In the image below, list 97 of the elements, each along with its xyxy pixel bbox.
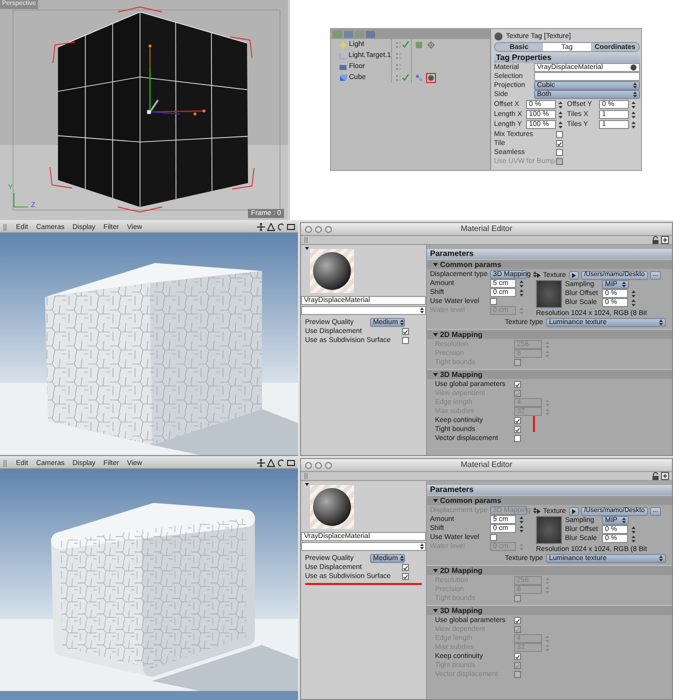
collapse-arrow-icon[interactable] — [433, 372, 438, 377]
parameters-header: Parameters — [427, 485, 672, 495]
spinner-arrows-icon[interactable] — [631, 100, 636, 108]
spinner-arrows-icon[interactable] — [558, 120, 563, 128]
expand-icon[interactable] — [661, 472, 669, 480]
frame-icon[interactable] — [287, 459, 295, 467]
target-tag-icon[interactable] — [426, 40, 436, 50]
material-preview[interactable] — [305, 247, 355, 295]
checkmark-icon[interactable] — [402, 74, 409, 81]
spinner-arrows-icon[interactable] — [631, 290, 636, 298]
rotate-icon[interactable] — [277, 459, 285, 467]
texture-thumbnail — [536, 280, 562, 308]
checkbox[interactable] — [514, 435, 521, 442]
spinner-arrows-icon[interactable] — [631, 526, 636, 534]
checkbox[interactable] — [514, 617, 521, 624]
spinner-arrows-icon[interactable] — [519, 516, 524, 524]
checkbox[interactable] — [490, 298, 497, 305]
checkbox[interactable] — [514, 417, 521, 424]
spinner-arrows-icon[interactable] — [631, 534, 636, 542]
checkbox[interactable] — [402, 573, 409, 580]
checkbox[interactable] — [556, 140, 563, 147]
visibility-dots-icon[interactable] — [395, 52, 401, 60]
section-header: Tag Properties — [494, 53, 640, 63]
play-arrow-icon[interactable] — [572, 272, 576, 278]
window-close-button[interactable] — [305, 462, 312, 468]
checkmark-icon[interactable] — [402, 41, 409, 48]
spinner-arrows-icon — [519, 306, 524, 314]
lock-icon[interactable] — [652, 472, 659, 480]
collapse-arrow-icon[interactable] — [433, 262, 438, 267]
dropdown-arrows-icon[interactable] — [622, 517, 626, 524]
material-sphere-icon — [494, 32, 503, 40]
checkbox[interactable] — [556, 149, 563, 156]
expand-arrow-icon[interactable] — [536, 508, 541, 514]
pyramid-icon[interactable] — [267, 223, 275, 231]
grip-icon[interactable] — [3, 460, 8, 466]
frame-icon[interactable] — [287, 223, 295, 231]
collapse-arrow-icon[interactable] — [433, 498, 438, 503]
parameters-header: Parameters — [427, 249, 672, 259]
spinner-arrows-icon[interactable] — [519, 524, 524, 532]
expand-icon[interactable] — [661, 236, 669, 244]
spinner-arrows-icon — [519, 542, 524, 550]
checkbox[interactable] — [402, 328, 409, 335]
dropdown-arrows-icon[interactable] — [659, 318, 663, 326]
menu-arrow-button[interactable] — [569, 270, 579, 280]
dropdown-arrows-icon[interactable] — [532, 507, 537, 514]
dropdown-arrows-icon[interactable] — [659, 554, 663, 562]
grip-icon[interactable] — [304, 237, 309, 243]
texture-thumbnail — [536, 516, 562, 544]
spinner-arrows-icon[interactable] — [519, 288, 524, 296]
move-icon[interactable] — [257, 223, 265, 231]
lock-icon[interactable] — [652, 236, 659, 244]
visibility-dots-icon[interactable] — [395, 40, 401, 48]
checkbox[interactable] — [402, 337, 409, 344]
window-zoom-button[interactable] — [325, 226, 332, 232]
checkbox[interactable] — [514, 653, 521, 660]
spinner-arrows-icon[interactable] — [519, 280, 524, 288]
spinner-arrows-icon[interactable] — [631, 298, 636, 306]
dropdown-arrows-icon[interactable] — [633, 82, 637, 89]
dropdown-arrows-icon[interactable] — [633, 91, 637, 98]
window-close-button[interactable] — [305, 226, 312, 232]
material-ball-icon[interactable] — [630, 64, 637, 71]
spinner-arrows-icon[interactable] — [631, 120, 636, 128]
spinner-arrows-icon[interactable] — [558, 100, 563, 108]
checkbox[interactable] — [514, 381, 521, 388]
visibility-dots-icon[interactable] — [395, 62, 401, 70]
expand-arrow-icon[interactable] — [536, 272, 541, 278]
collapse-arrow-icon[interactable] — [433, 568, 438, 573]
checkbox[interactable] — [402, 564, 409, 571]
menu-arrow-button[interactable] — [569, 506, 579, 516]
dropdown-arrows-icon[interactable] — [400, 555, 404, 562]
selection-field[interactable] — [534, 72, 640, 81]
dropdown-arrows-icon[interactable] — [400, 319, 404, 326]
window-zoom-button[interactable] — [325, 462, 332, 468]
rotate-icon[interactable] — [277, 223, 285, 231]
spinner-arrows-icon[interactable] — [558, 110, 563, 118]
dropdown-arrows-icon[interactable] — [420, 543, 424, 550]
dropdown-arrows-icon[interactable] — [420, 307, 424, 314]
dropdown-arrows-icon[interactable] — [532, 271, 537, 278]
visibility-dots-icon[interactable] — [395, 74, 401, 82]
play-arrow-icon[interactable] — [572, 508, 576, 514]
window-title: Material Editor — [460, 225, 514, 233]
checkbox[interactable] — [556, 131, 563, 138]
material-tag-icon[interactable] — [426, 72, 436, 82]
dropdown-arrows-icon[interactable] — [622, 281, 626, 288]
window-minimize-button[interactable] — [315, 462, 322, 468]
pyramid-icon[interactable] — [267, 459, 275, 467]
checkbox[interactable] — [490, 534, 497, 541]
material-preview[interactable] — [305, 483, 355, 531]
spinner-arrows-icon[interactable] — [631, 110, 636, 118]
collapse-arrow-icon[interactable] — [433, 332, 438, 337]
move-icon[interactable] — [257, 459, 265, 467]
window-title: Material Editor — [460, 461, 514, 469]
window-minimize-button[interactable] — [315, 226, 322, 232]
grip-icon[interactable] — [304, 473, 309, 479]
collapse-arrow-icon[interactable] — [433, 608, 438, 613]
checkbox[interactable] — [514, 426, 521, 433]
grip-icon[interactable] — [3, 224, 8, 230]
